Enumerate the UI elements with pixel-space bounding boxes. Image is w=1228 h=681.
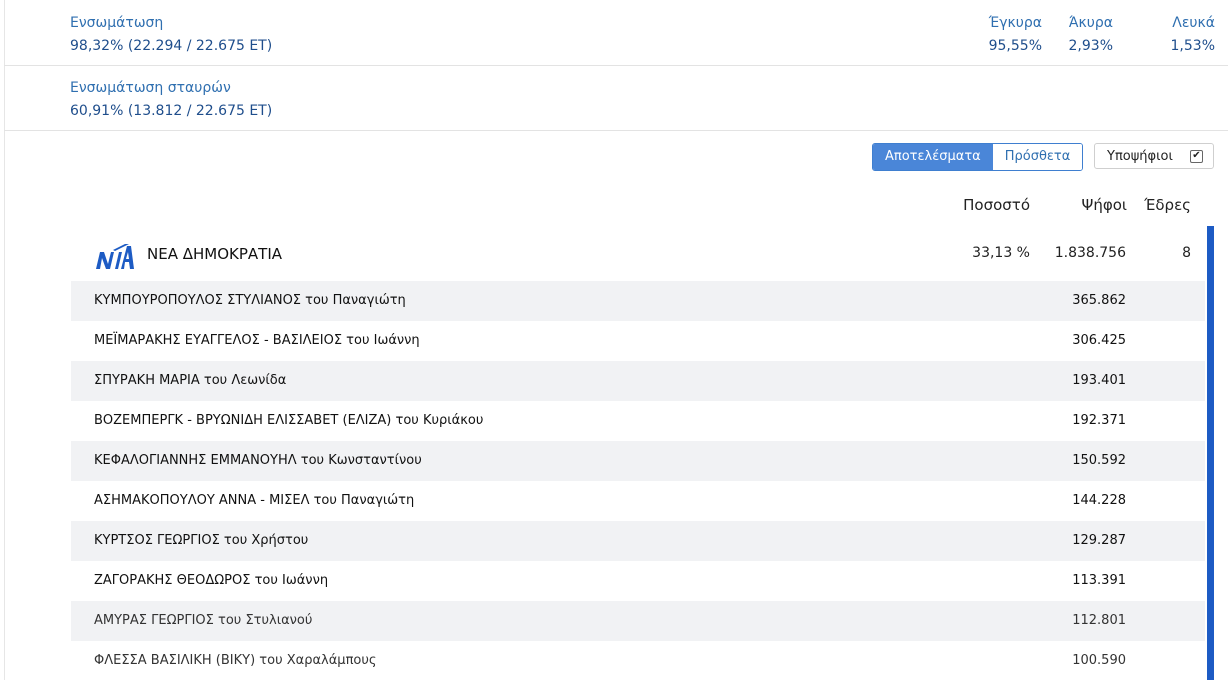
candidate-votes: 144.228 bbox=[1072, 493, 1126, 508]
party-color-bar bbox=[1207, 226, 1214, 680]
candidate-row[interactable]: ΣΠΥΡΑΚΗ ΜΑΡΙΑ του Λεωνίδα 193.401 bbox=[71, 361, 1205, 401]
column-header-seats: Έδρες bbox=[1144, 196, 1191, 214]
invalid-stat: Άκυρα 2,93% bbox=[1069, 14, 1113, 56]
candidate-name: ΚΕΦΑΛΟΓΙΑΝΝΗΣ ΕΜΜΑΝΟΥΗΛ του Κωνσταντίνου bbox=[94, 453, 422, 468]
candidate-votes: 100.590 bbox=[1072, 653, 1126, 668]
candidate-row[interactable]: ΖΑΓΟΡΑΚΗΣ ΘΕΟΔΩΡΟΣ του Ιωάννη 113.391 bbox=[71, 561, 1205, 601]
candidate-votes: 365.862 bbox=[1072, 293, 1126, 308]
candidate-votes: 112.801 bbox=[1072, 613, 1126, 628]
incorporation-stat: Ενσωμάτωση 98,32% (22.294 / 22.675 ΕΤ) bbox=[70, 14, 272, 56]
crosses-value: 60,91% (13.812 / 22.675 ΕΤ) bbox=[70, 103, 273, 119]
incorporation-label: Ενσωμάτωση bbox=[70, 15, 164, 31]
candidate-name: ΒΟΖΕΜΠΕΡΓΚ - ΒΡΥΩΝΙΔΗ ΕΛΙΣΣΑΒΕΤ (ΕΛΙΖΑ) … bbox=[94, 413, 484, 428]
left-divider bbox=[4, 0, 5, 680]
valid-value: 95,55% bbox=[988, 38, 1042, 54]
crosses-label: Ενσωμάτωση σταυρών bbox=[70, 80, 231, 96]
view-toggle-group: Αποτελέσματα Πρόσθετα bbox=[872, 143, 1084, 171]
party-votes: 1.838.756 bbox=[1054, 245, 1126, 261]
crosses-stat: Ενσωμάτωση σταυρών 60,91% (13.812 / 22.6… bbox=[70, 79, 272, 121]
candidate-name: ΑΣΗΜΑΚΟΠΟΥΛΟΥ ΑΝΝΑ - ΜΙΣΕΛ του Παναγιώτη bbox=[94, 493, 415, 508]
tab-sums[interactable]: Πρόσθετα bbox=[992, 144, 1083, 170]
nd-party-logo-icon bbox=[96, 244, 134, 269]
blank-stat: Λευκά 1,53% bbox=[1171, 14, 1215, 56]
invalid-value: 2,93% bbox=[1068, 38, 1113, 54]
candidate-row[interactable]: ΦΛΕΣΣΑ ΒΑΣΙΛΙΚΗ (ΒΙΚΥ) του Χαραλάμπους 1… bbox=[71, 641, 1205, 681]
candidate-list: ΚΥΜΠΟΥΡΟΠΟΥΛΟΣ ΣΤΥΛΙΑΝΟΣ του Παναγιώτη 3… bbox=[71, 281, 1205, 681]
divider bbox=[4, 130, 1228, 131]
candidate-row[interactable]: ΑΣΗΜΑΚΟΠΟΥΛΟΥ ΑΝΝΑ - ΜΙΣΕΛ του Παναγιώτη… bbox=[71, 481, 1205, 521]
candidate-row[interactable]: ΒΟΖΕΜΠΕΡΓΚ - ΒΡΥΩΝΙΔΗ ΕΛΙΣΣΑΒΕΤ (ΕΛΙΖΑ) … bbox=[71, 401, 1205, 441]
tab-results[interactable]: Αποτελέσματα bbox=[873, 144, 993, 170]
candidate-votes: 129.287 bbox=[1072, 533, 1126, 548]
divider bbox=[4, 65, 1228, 66]
candidate-votes: 113.391 bbox=[1072, 573, 1126, 588]
candidate-name: ΦΛΕΣΣΑ ΒΑΣΙΛΙΚΗ (ΒΙΚΥ) του Χαραλάμπους bbox=[94, 653, 377, 668]
candidate-row[interactable]: ΚΥΡΤΣΟΣ ΓΕΩΡΓΙΟΣ του Χρήστου 129.287 bbox=[71, 521, 1205, 561]
candidate-row[interactable]: ΑΜΥΡΑΣ ΓΕΩΡΓΙΟΣ του Στυλιανού 112.801 bbox=[71, 601, 1205, 641]
candidates-toggle-label: Υποψήφιοι bbox=[1107, 148, 1173, 164]
incorporation-value: 98,32% (22.294 / 22.675 ΕΤ) bbox=[70, 38, 273, 54]
column-header-percent: Ποσοστό bbox=[963, 196, 1030, 214]
candidate-name: ΣΠΥΡΑΚΗ ΜΑΡΙΑ του Λεωνίδα bbox=[94, 373, 287, 388]
party-row[interactable]: ΝΕΑ ΔΗΜΟΚΡΑΤΙΑ 33,13 % 1.838.756 8 bbox=[71, 235, 1205, 277]
results-page: Ενσωμάτωση 98,32% (22.294 / 22.675 ΕΤ) Έ… bbox=[0, 0, 1228, 680]
candidate-row[interactable]: ΜΕΪΜΑΡΑΚΗΣ ΕΥΑΓΓΕΛΟΣ - ΒΑΣΙΛΕΙΟΣ του Ιωά… bbox=[71, 321, 1205, 361]
candidate-votes: 192.371 bbox=[1072, 413, 1126, 428]
valid-stat: Έγκυρα 95,55% bbox=[989, 14, 1042, 56]
column-header-votes: Ψήφοι bbox=[1081, 196, 1127, 214]
blank-label: Λευκά bbox=[1172, 15, 1215, 31]
invalid-label: Άκυρα bbox=[1068, 15, 1113, 31]
candidate-name: ΚΥΜΠΟΥΡΟΠΟΥΛΟΣ ΣΤΥΛΙΑΝΟΣ του Παναγιώτη bbox=[94, 293, 406, 308]
candidates-toggle[interactable]: Υποψήφιοι ✔ bbox=[1094, 143, 1214, 169]
candidate-votes: 150.592 bbox=[1072, 453, 1126, 468]
candidate-row[interactable]: ΚΥΜΠΟΥΡΟΠΟΥΛΟΣ ΣΤΥΛΙΑΝΟΣ του Παναγιώτη 3… bbox=[71, 281, 1205, 321]
candidate-votes: 193.401 bbox=[1072, 373, 1126, 388]
party-name: ΝΕΑ ΔΗΜΟΚΡΑΤΙΑ bbox=[147, 245, 283, 263]
valid-label: Έγκυρα bbox=[988, 15, 1042, 31]
candidate-row[interactable]: ΚΕΦΑΛΟΓΙΑΝΝΗΣ ΕΜΜΑΝΟΥΗΛ του Κωνσταντίνου… bbox=[71, 441, 1205, 481]
party-percent: 33,13 % bbox=[972, 245, 1030, 261]
candidate-name: ΜΕΪΜΑΡΑΚΗΣ ΕΥΑΓΓΕΛΟΣ - ΒΑΣΙΛΕΙΟΣ του Ιωά… bbox=[94, 333, 420, 348]
candidate-votes: 306.425 bbox=[1072, 333, 1126, 348]
party-seats: 8 bbox=[1182, 245, 1191, 261]
checkbox-checked-icon[interactable]: ✔ bbox=[1190, 149, 1203, 163]
candidate-name: ΚΥΡΤΣΟΣ ΓΕΩΡΓΙΟΣ του Χρήστου bbox=[94, 533, 309, 548]
blank-value: 1,53% bbox=[1170, 38, 1215, 54]
candidate-name: ΑΜΥΡΑΣ ΓΕΩΡΓΙΟΣ του Στυλιανού bbox=[94, 613, 313, 628]
candidate-name: ΖΑΓΟΡΑΚΗΣ ΘΕΟΔΩΡΟΣ του Ιωάννη bbox=[94, 573, 329, 588]
